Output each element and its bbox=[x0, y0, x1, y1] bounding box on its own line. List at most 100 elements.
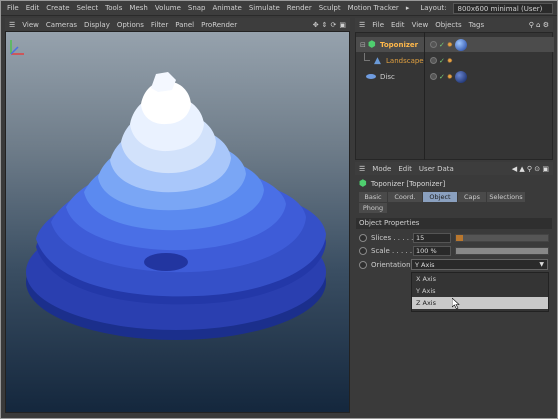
menu-simulate[interactable]: Simulate bbox=[249, 4, 280, 12]
menu-tools[interactable]: Tools bbox=[105, 4, 122, 12]
tab-selections[interactable]: Selections bbox=[487, 192, 525, 202]
slices-animate-radio[interactable] bbox=[359, 234, 367, 242]
slices-label: Slices . . . . . bbox=[371, 234, 413, 242]
menu-animate[interactable]: Animate bbox=[213, 4, 242, 12]
viewport-menu-prorender[interactable]: ProRender bbox=[201, 21, 237, 29]
am-menu-user-data[interactable]: User Data bbox=[419, 165, 454, 173]
expand-icon[interactable]: ⊟ bbox=[360, 41, 366, 49]
rotate-icon[interactable]: ⟳ bbox=[331, 21, 337, 29]
terrain-render bbox=[26, 72, 326, 340]
viewport-menubar: ☰ View Cameras Display Options Filter Panel Pr… bbox=[5, 18, 350, 31]
viewport-panel-icon[interactable]: ☰ bbox=[9, 21, 15, 29]
scale-animate-radio[interactable] bbox=[359, 247, 367, 255]
menu-mesh[interactable]: Mesh bbox=[129, 4, 147, 12]
object-tags-disc: ✓ ✹ bbox=[430, 70, 467, 83]
om-menu-objects[interactable]: Objects bbox=[435, 21, 461, 29]
object-name-toponizer[interactable]: Toponizer bbox=[380, 41, 418, 49]
object-row-disc[interactable]: Disc ✓ ✹ bbox=[356, 69, 554, 84]
attribute-manager-menu-items: Mode Edit User Data bbox=[372, 165, 454, 173]
dolly-icon[interactable]: ⇕ bbox=[322, 21, 328, 29]
tree-line-icon bbox=[364, 53, 370, 61]
tab-object[interactable]: Object bbox=[423, 192, 457, 202]
om-menu-tags[interactable]: Tags bbox=[469, 21, 485, 29]
menu-motion-tracker[interactable]: Motion Tracker bbox=[348, 4, 399, 12]
orientation-value: Y Axis bbox=[415, 261, 435, 269]
scale-field[interactable]: 100 % bbox=[413, 246, 451, 256]
menu-volume[interactable]: Volume bbox=[155, 4, 181, 12]
slices-slider[interactable] bbox=[455, 234, 549, 242]
enabled-check-icon[interactable]: ✓ bbox=[439, 73, 445, 81]
object-manager-divider bbox=[424, 32, 425, 160]
visibility-icon[interactable] bbox=[430, 57, 437, 64]
enabled-check-icon[interactable]: ✓ bbox=[439, 57, 445, 65]
chevron-down-icon: ▼ bbox=[539, 261, 544, 268]
orientation-dropdown[interactable]: Y Axis ▼ bbox=[411, 259, 548, 270]
phong-tag-icon[interactable]: ✹ bbox=[447, 73, 453, 81]
menu-edit[interactable]: Edit bbox=[26, 4, 40, 12]
slices-field[interactable]: 15 bbox=[413, 233, 451, 243]
orientation-option-z-axis[interactable]: Z Axis bbox=[412, 297, 548, 309]
tab-coord[interactable]: Coord. bbox=[388, 192, 422, 202]
menu-select[interactable]: Select bbox=[77, 4, 99, 12]
viewport-menu-panel[interactable]: Panel bbox=[175, 21, 194, 29]
layout-label: Layout: bbox=[420, 4, 447, 12]
object-manager: ⊟ ⬢ Toponizer ✓ ✹ ▲ Landscape ✓ ✹ Disc ✓… bbox=[355, 32, 554, 160]
slices-row: Slices . . . . . 15 bbox=[357, 232, 551, 244]
visibility-icon[interactable] bbox=[430, 41, 437, 48]
object-name-landscape[interactable]: Landscape bbox=[386, 57, 424, 65]
section-title: Object Properties bbox=[356, 218, 552, 229]
material-tag-icon[interactable] bbox=[454, 70, 467, 83]
menu-render[interactable]: Render bbox=[287, 4, 312, 12]
object-manager-panel-icon[interactable]: ☰ bbox=[359, 21, 365, 29]
menu-file[interactable]: File bbox=[7, 4, 19, 12]
terrain-pool bbox=[144, 253, 188, 271]
om-menu-edit[interactable]: Edit bbox=[391, 21, 405, 29]
scale-slider[interactable] bbox=[455, 247, 549, 255]
orientation-option-y-axis[interactable]: Y Axis bbox=[412, 285, 548, 297]
mouse-cursor-icon bbox=[452, 298, 460, 309]
menu-sculpt[interactable]: Sculpt bbox=[319, 4, 341, 12]
viewport-nav-icons: ✥ ⇕ ⟳ ▣ bbox=[313, 21, 346, 29]
viewport-menu-display[interactable]: Display bbox=[84, 21, 110, 29]
visibility-icon[interactable] bbox=[430, 73, 437, 80]
phong-tag-icon[interactable]: ✹ bbox=[447, 41, 453, 49]
tab-phong[interactable]: Phong bbox=[359, 203, 387, 213]
tab-basic[interactable]: Basic bbox=[359, 192, 387, 202]
object-manager-menu-items: File Edit View Objects Tags bbox=[372, 21, 484, 29]
enabled-check-icon[interactable]: ✓ bbox=[439, 41, 445, 49]
layout-select[interactable]: 800x600 minimal (User) bbox=[453, 2, 554, 14]
orientation-label: Orientation bbox=[371, 261, 411, 269]
object-row-landscape[interactable]: ▲ Landscape ✓ ✹ bbox=[356, 53, 554, 68]
viewport-menu-view[interactable]: View bbox=[22, 21, 39, 29]
attribute-manager-panel-icon[interactable]: ☰ bbox=[359, 165, 365, 173]
orientation-animate-radio[interactable] bbox=[359, 261, 367, 269]
scale-label: Scale . . . . . bbox=[371, 247, 413, 255]
attribute-manager: ⬢ Toponizer [Toponizer] Basic Coord. Objec… bbox=[355, 175, 553, 413]
object-name-disc[interactable]: Disc bbox=[380, 73, 395, 81]
am-menu-edit[interactable]: Edit bbox=[398, 165, 412, 173]
main-menubar: File Edit Create Select Tools Mesh Volume Snap A… bbox=[1, 1, 557, 16]
attribute-manager-tool-icons[interactable]: ◀ ▲ ⚲ ⊙ ▣ bbox=[512, 165, 549, 173]
viewport-menu-cameras[interactable]: Cameras bbox=[46, 21, 77, 29]
maximize-icon[interactable]: ▣ bbox=[339, 21, 346, 29]
menu-create[interactable]: Create bbox=[46, 4, 69, 12]
3d-viewport[interactable] bbox=[5, 31, 350, 413]
om-menu-file[interactable]: File bbox=[372, 21, 384, 29]
scale-row: Scale . . . . . 100 % bbox=[357, 245, 551, 257]
menu-snap[interactable]: Snap bbox=[188, 4, 206, 12]
phong-tag-icon[interactable]: ✹ bbox=[447, 57, 453, 65]
om-menu-view[interactable]: View bbox=[412, 21, 429, 29]
axis-gizmo bbox=[10, 40, 24, 55]
object-row-toponizer[interactable]: ⊟ ⬢ Toponizer ✓ ✹ bbox=[356, 37, 554, 52]
tab-caps[interactable]: Caps bbox=[458, 192, 486, 202]
viewport-menu-filter[interactable]: Filter bbox=[151, 21, 168, 29]
material-tag-icon[interactable] bbox=[454, 38, 467, 51]
orientation-option-x-axis[interactable]: X Axis bbox=[412, 273, 548, 285]
viewport-menu-options[interactable]: Options bbox=[117, 21, 144, 29]
object-tags-toponizer: ✓ ✹ bbox=[430, 38, 467, 51]
move-icon[interactable]: ✥ bbox=[313, 21, 319, 29]
attribute-manager-menubar: ☰ Mode Edit User Data ◀ ▲ ⚲ ⊙ ▣ bbox=[355, 162, 553, 175]
slices-slider-fill bbox=[456, 235, 464, 241]
object-manager-tool-icons[interactable]: ⚲ ⌂ ⚙ bbox=[529, 21, 549, 29]
am-menu-mode[interactable]: Mode bbox=[372, 165, 391, 173]
